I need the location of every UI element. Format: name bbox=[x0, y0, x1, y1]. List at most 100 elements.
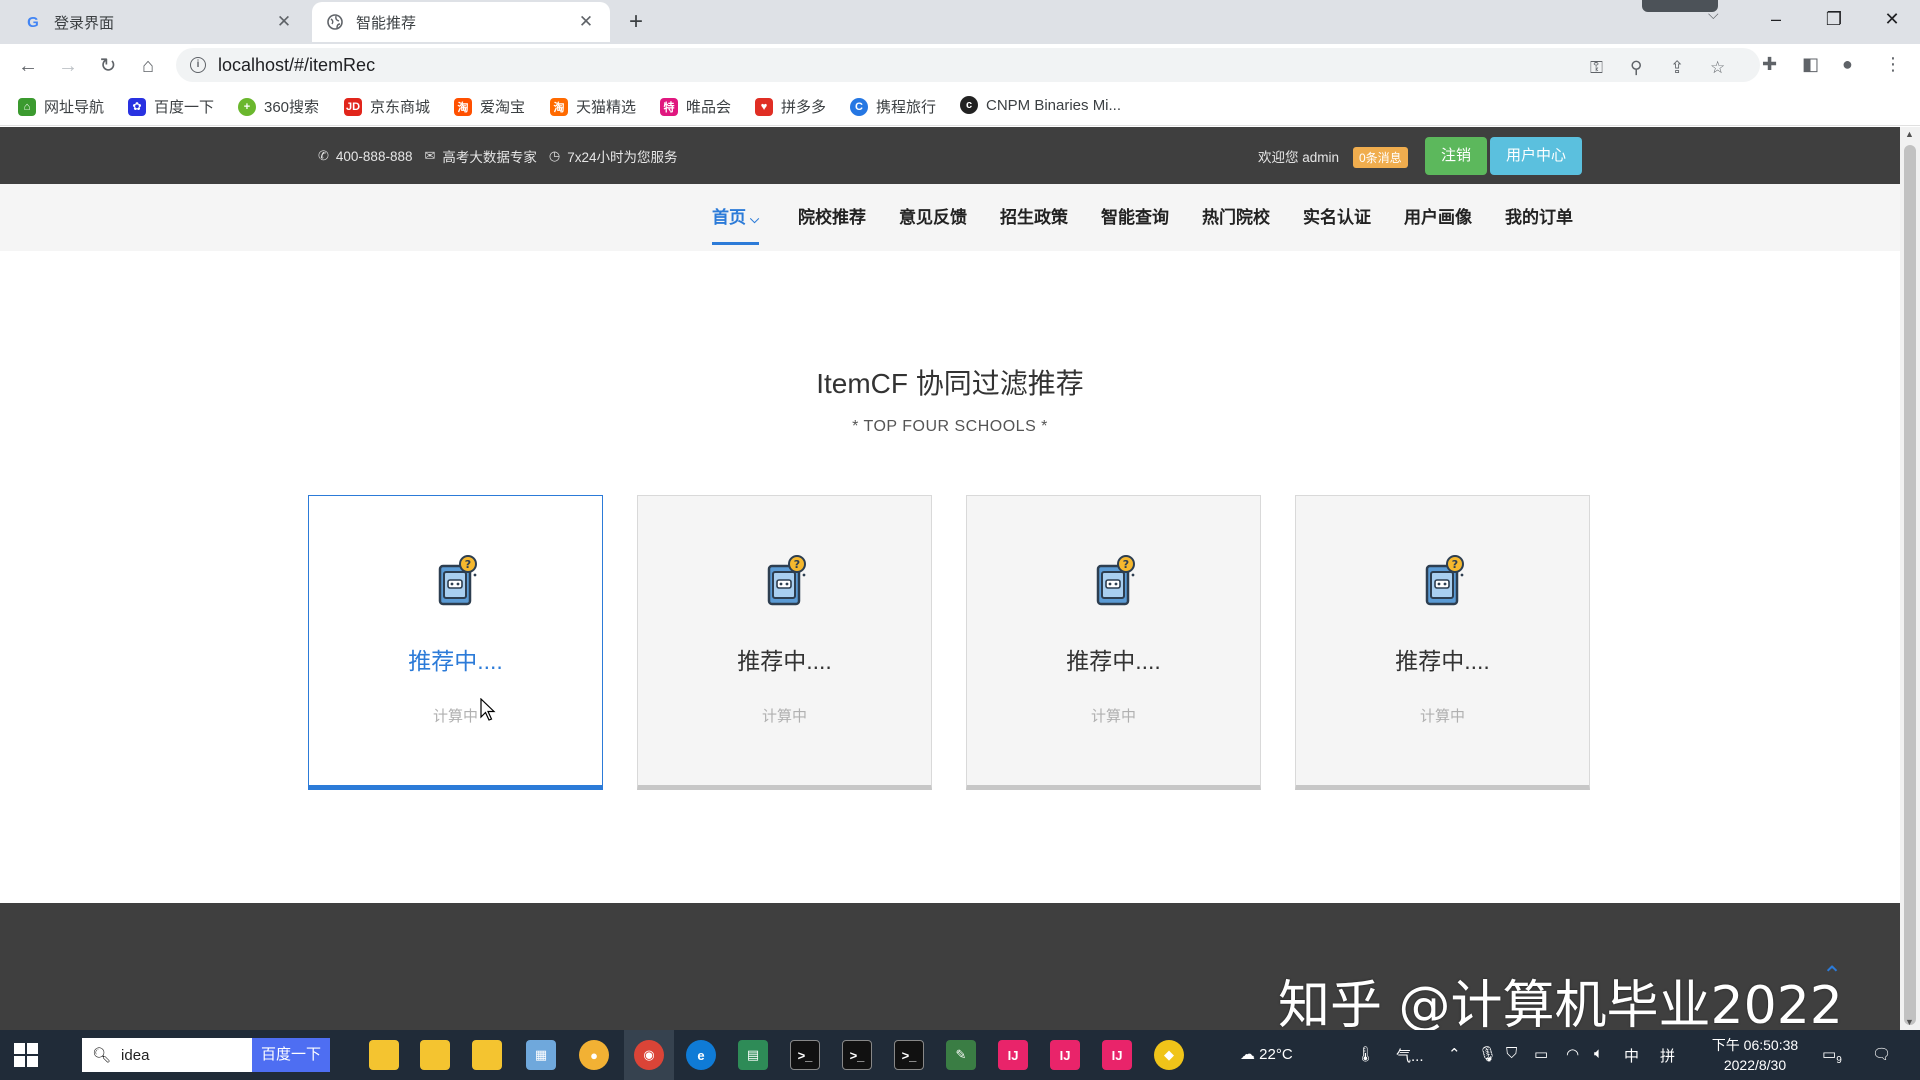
bookmark-item[interactable]: +360搜索 bbox=[238, 96, 319, 117]
nav-admission-policy[interactable]: 招生政策 bbox=[1000, 184, 1068, 251]
extensions-puzzle-icon[interactable]: ✚ bbox=[1762, 54, 1777, 75]
window-close-icon[interactable]: ✕ bbox=[1864, 4, 1920, 34]
recommend-card[interactable]: ? 推荐中.... 计算中 bbox=[1295, 495, 1590, 790]
bookmark-item[interactable]: JD 京东商城 bbox=[344, 96, 430, 117]
nav-smart-query[interactable]: 智能查询 bbox=[1101, 184, 1169, 251]
tray-expand-icon[interactable]: ⌃ bbox=[1448, 1045, 1461, 1063]
weather-widget[interactable]: ☁ 22°C bbox=[1240, 1045, 1293, 1063]
close-icon[interactable]: ✕ bbox=[576, 12, 596, 32]
bookmark-item[interactable]: ✿ 百度一下 bbox=[128, 96, 214, 117]
tab-search-icon[interactable]: ⌵ bbox=[1708, 6, 1719, 23]
home-icon[interactable]: ⌂ bbox=[134, 52, 162, 80]
new-tab-button[interactable]: + bbox=[622, 8, 650, 36]
recommend-card[interactable]: ? 推荐中.... 计算中 bbox=[637, 495, 932, 790]
taskbar-search-input[interactable]: 🔍︎ idea bbox=[82, 1038, 252, 1072]
svg-text:?: ? bbox=[1123, 558, 1129, 571]
nav-home[interactable]: 首页 ⌵ bbox=[712, 184, 760, 245]
scrollbar-thumb[interactable] bbox=[1904, 145, 1916, 1025]
nav-school-recommend[interactable]: 院校推荐 bbox=[798, 184, 866, 251]
folder-icon[interactable] bbox=[420, 1040, 450, 1070]
terminal-icon[interactable]: >_ bbox=[790, 1040, 820, 1070]
volume-icon[interactable]: 🔈︎ bbox=[1594, 1045, 1603, 1062]
image-editor-icon[interactable]: ✎ bbox=[946, 1040, 976, 1070]
tmall-icon: 淘 bbox=[550, 97, 568, 116]
scroll-up-icon[interactable]: ▲ bbox=[1905, 129, 1914, 139]
menu-kebab-icon[interactable]: ⋮ bbox=[1884, 54, 1902, 75]
wifi-icon[interactable]: ◠ bbox=[1566, 1045, 1579, 1063]
bookmark-item[interactable]: C 携程旅行 bbox=[850, 96, 936, 117]
chrome-icon[interactable]: ◉ bbox=[634, 1040, 664, 1070]
recommend-card[interactable]: ? 推荐中.... 计算中 bbox=[308, 495, 603, 790]
bookmark-star-icon[interactable]: ☆ bbox=[1710, 58, 1725, 78]
recommend-card[interactable]: ? 推荐中.... 计算中 bbox=[966, 495, 1261, 790]
folder-icon[interactable] bbox=[472, 1040, 502, 1070]
nav-verification[interactable]: 实名认证 bbox=[1303, 184, 1371, 251]
edge-icon[interactable]: e bbox=[686, 1040, 716, 1070]
contact-info: ✆ 400-888-888 ✉ 高考大数据专家 ◷ 7x24小时为您服务 bbox=[318, 146, 690, 166]
intellij-icon[interactable]: IJ bbox=[1050, 1040, 1080, 1070]
system-clock[interactable]: 下午 06:50:38 2022/8/30 bbox=[1700, 1035, 1810, 1075]
key-icon[interactable]: ⚿ bbox=[1590, 58, 1603, 78]
scroll-down-icon[interactable]: ▼ bbox=[1905, 1017, 1914, 1027]
tab-login[interactable]: G 登录界面 ✕ bbox=[10, 2, 308, 42]
terminal-icon[interactable]: >_ bbox=[842, 1040, 872, 1070]
folder-icon[interactable] bbox=[369, 1040, 399, 1070]
nav-feedback[interactable]: 意见反馈 bbox=[899, 184, 967, 251]
terminal-icon[interactable]: >_ bbox=[894, 1040, 924, 1070]
close-icon[interactable]: ✕ bbox=[274, 12, 294, 32]
minimize-icon[interactable]: – bbox=[1748, 4, 1804, 34]
profile-avatar-icon[interactable]: ● bbox=[1842, 54, 1853, 75]
bookmark-item[interactable]: 淘天猫精选 bbox=[550, 96, 636, 117]
user-center-button[interactable]: 用户中心 bbox=[1490, 137, 1582, 175]
bookmark-item[interactable]: ♥ 拼多多 bbox=[755, 96, 826, 117]
intellij-icon[interactable]: IJ bbox=[998, 1040, 1028, 1070]
action-center-icon[interactable]: 🗨︎ bbox=[1872, 1045, 1891, 1063]
restore-icon[interactable]: ❐ bbox=[1806, 4, 1862, 34]
mail-icon: ✉ bbox=[424, 148, 436, 163]
windows-taskbar: 🔍︎ idea 百度一下 ▦ ● ◉ e ▤ >_ >_ >_ ✎ IJ IJ … bbox=[0, 1030, 1920, 1080]
svg-text:?: ? bbox=[1452, 558, 1458, 571]
robot-question-icon: ? bbox=[430, 554, 486, 610]
site-top-bar: ✆ 400-888-888 ✉ 高考大数据专家 ◷ 7x24小时为您服务 欢迎您… bbox=[0, 127, 1900, 184]
address-bar[interactable]: i localhost/#/itemRec ⚿ ⚲ ⇪ ☆ bbox=[176, 48, 1760, 82]
battery-icon[interactable]: ▭ bbox=[1534, 1045, 1548, 1063]
bookmark-item[interactable]: 淘爱淘宝 bbox=[454, 96, 525, 117]
back-arrow-icon[interactable]: ← bbox=[14, 52, 42, 80]
message-badge[interactable]: 0条消息 bbox=[1353, 147, 1408, 168]
ctrip-icon: C bbox=[850, 97, 868, 116]
zoom-icon[interactable]: ⚲ bbox=[1630, 58, 1642, 78]
side-panel-icon[interactable]: ◧ bbox=[1802, 54, 1819, 75]
bookmark-item[interactable]: c CNPM Binaries Mi... bbox=[960, 96, 1121, 114]
baidu-search-button[interactable]: 百度一下 bbox=[252, 1038, 330, 1072]
app-icon[interactable]: ◆ bbox=[1154, 1040, 1184, 1070]
nav-my-orders[interactable]: 我的订单 bbox=[1505, 184, 1573, 251]
share-icon[interactable]: ⇪ bbox=[1670, 58, 1684, 78]
weather-label[interactable]: 气... bbox=[1396, 1045, 1424, 1066]
chat-icon[interactable]: ▭9 bbox=[1822, 1045, 1842, 1066]
nav-hot-schools[interactable]: 热门院校 bbox=[1202, 184, 1270, 251]
card-status: 计算中 bbox=[432, 708, 478, 725]
bookmark-item[interactable]: 特唯品会 bbox=[660, 96, 731, 117]
reload-icon[interactable]: ↻ bbox=[94, 52, 122, 80]
bookmark-item[interactable]: ⌂ 网址导航 bbox=[18, 96, 104, 117]
app-window-icon[interactable]: ▤ bbox=[738, 1040, 768, 1070]
image-app-icon[interactable]: ▦ bbox=[526, 1040, 556, 1070]
site-info-icon[interactable]: i bbox=[190, 57, 206, 73]
windows-start-icon[interactable] bbox=[14, 1043, 38, 1067]
ime-indicator[interactable]: 中 bbox=[1624, 1045, 1639, 1066]
logout-button[interactable]: 注销 bbox=[1425, 137, 1487, 175]
search-icon: 🔍︎ bbox=[92, 1047, 112, 1064]
nav-user-profile[interactable]: 用户画像 bbox=[1404, 184, 1472, 251]
intellij-icon[interactable]: IJ bbox=[1102, 1040, 1132, 1070]
thermometer-icon[interactable]: 🌡︎ bbox=[1356, 1045, 1375, 1063]
app-icon[interactable]: ● bbox=[579, 1040, 609, 1070]
shield-icon[interactable]: ⛉ bbox=[1506, 1045, 1517, 1062]
page-scrollbar[interactable]: ▲ ▼ bbox=[1900, 127, 1920, 1030]
ime-mode-indicator[interactable]: 拼 bbox=[1660, 1045, 1675, 1066]
forward-arrow-icon[interactable]: → bbox=[54, 52, 82, 80]
browser-toolbar: ← → ↻ ⌂ i localhost/#/itemRec ⚿ ⚲ ⇪ ☆ ✚ … bbox=[0, 44, 1920, 86]
browser-tab-strip: G 登录界面 ✕ 智能推荐 ✕ + ⌵ – ❐ ✕ bbox=[0, 0, 1920, 44]
tab-recommend[interactable]: 智能推荐 ✕ bbox=[312, 2, 610, 42]
bookmarks-bar: ⌂ 网址导航 ✿ 百度一下 +360搜索 JD 京东商城 淘爱淘宝 淘天猫精选 特唯品… bbox=[0, 86, 1920, 126]
microphone-icon[interactable]: 🎙︎ bbox=[1478, 1045, 1497, 1063]
